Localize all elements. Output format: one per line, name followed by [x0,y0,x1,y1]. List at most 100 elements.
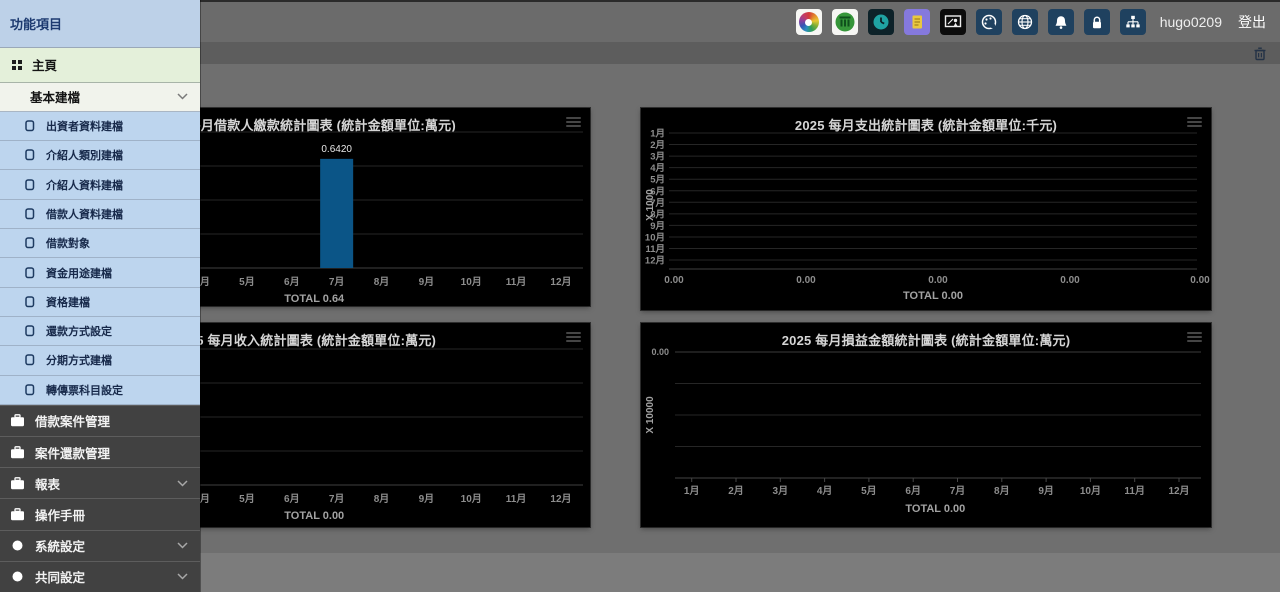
svg-text:0.00: 0.00 [1060,275,1080,286]
svg-text:12月: 12月 [550,493,571,505]
logout-button[interactable]: 登出 [1238,12,1266,32]
sidebar-item-basic-6[interactable]: 資格建檔 [0,288,200,317]
circle-icon [10,570,25,583]
sidebar-item-label: 案件還款管理 [35,443,110,462]
svg-text:2月: 2月 [650,140,665,151]
sidebar-item-label: 借款人資料建檔 [46,206,123,222]
svg-text:8月: 8月 [374,493,390,505]
svg-text:6月: 6月 [284,493,300,505]
sidebar-item-basic-8[interactable]: 分期方式建檔 [0,346,200,375]
svg-text:12月: 12月 [550,276,571,288]
svg-text:5月: 5月 [239,276,255,288]
svg-text:9月: 9月 [419,276,435,288]
sidebar-item-basic-0[interactable]: 出資者資料建檔 [0,112,200,141]
svg-text:2月: 2月 [728,485,744,497]
bank-glyph [834,11,856,33]
doc-box-icon [25,384,35,396]
svg-text:11月: 11月 [506,276,527,288]
svg-text:X 1000: X 1000 [645,189,656,221]
sidebar-item-basic-1[interactable]: 介紹人類別建檔 [0,141,200,170]
svg-text:10月: 10月 [461,493,482,505]
sidebar-item-basic-5[interactable]: 資金用途建檔 [0,258,200,287]
sidebar-item-basic-7[interactable]: 還款方式設定 [0,317,200,346]
doc-box-icon [25,237,35,249]
chevron-down-icon [177,542,188,549]
chevron-down-icon [177,480,188,487]
doc-box-icon [25,325,35,337]
doc-box-icon [25,179,35,191]
svg-text:10月: 10月 [461,276,482,288]
sidebar-item-label: 介紹人類別建檔 [46,147,123,163]
sidebar: 功能項目 主頁 基本建檔 出資者資料建檔介紹人類別建檔介紹人資料建檔借款人資料建… [0,0,200,592]
svg-text:12月: 12月 [645,256,665,267]
globe-glyph [1015,12,1035,32]
palette-icon[interactable] [976,9,1002,35]
svg-text:6月: 6月 [905,485,921,497]
sidebar-item-basic-9[interactable]: 轉傳票科目設定 [0,376,200,405]
chevron-down-icon [177,573,188,580]
lock-icon[interactable] [1084,9,1110,35]
green-bank-icon[interactable] [832,9,858,35]
svg-text:7月: 7月 [329,493,345,505]
clock-icon[interactable] [868,9,894,35]
sidebar-item-label: 借款案件管理 [35,411,110,430]
chevron-down-icon [177,93,188,100]
sidebar-item-3[interactable]: 操作手冊 [0,498,200,529]
globe-icon[interactable] [1012,9,1038,35]
scroll-icon[interactable] [904,9,930,35]
presentation-icon[interactable] [940,9,966,35]
svg-text:9月: 9月 [1038,485,1054,497]
briefcase-icon [10,508,25,521]
svg-text:7月: 7月 [329,276,345,288]
palette-glyph [979,12,999,32]
sidebar-item-label: 介紹人資料建檔 [46,177,123,193]
sidebar-dark-items: 借款案件管理案件還款管理報表操作手冊系統設定共同設定 [0,405,200,592]
svg-text:3月: 3月 [773,485,789,497]
logo-wheel [799,12,819,32]
briefcase-icon [10,477,25,490]
svg-text:TOTAL 0.00: TOTAL 0.00 [903,290,963,302]
sidebar-item-5[interactable]: 共同設定 [0,561,200,592]
svg-text:0.00: 0.00 [664,275,684,286]
svg-text:11月: 11月 [506,493,527,505]
sidebar-item-label: 主頁 [32,55,57,74]
svg-text:1月: 1月 [684,485,700,497]
doc-box-icon [25,267,35,279]
bell-glyph [1051,12,1071,32]
briefcase-icon [10,414,25,427]
svg-text:TOTAL 0.00: TOTAL 0.00 [905,503,965,515]
doc-box-icon [25,354,35,366]
sidebar-item-label: 轉傳票科目設定 [46,382,123,398]
doc-box-icon [25,208,35,220]
svg-text:11月: 11月 [1124,485,1145,497]
sidebar-item-basic-2[interactable]: 介紹人資料建檔 [0,170,200,199]
clock-glyph [871,12,891,32]
svg-text:9月: 9月 [419,493,435,505]
bell-icon[interactable] [1048,9,1074,35]
sidebar-group-basic[interactable]: 基本建檔 [0,83,200,112]
doc-box-icon [25,149,35,161]
sidebar-item-1[interactable]: 案件還款管理 [0,436,200,467]
sidebar-item-4[interactable]: 系統設定 [0,530,200,561]
sidebar-item-2[interactable]: 報表 [0,467,200,498]
doc-box-icon [25,296,35,308]
sitemap-icon[interactable] [1120,9,1146,35]
sidebar-item-label: 資格建檔 [46,294,90,310]
trash-glyph [1253,46,1267,61]
svg-text:5月: 5月 [861,485,877,497]
circle-icon [10,539,25,552]
colorful-logo-icon[interactable] [796,9,822,35]
svg-text:5月: 5月 [239,493,255,505]
username[interactable]: hugo0209 [1160,14,1222,30]
svg-text:0.00: 0.00 [1190,275,1210,286]
sidebar-item-basic-4[interactable]: 借款對象 [0,229,200,258]
trash-icon[interactable] [1252,45,1268,61]
sidebar-item-label: 還款方式設定 [46,323,112,339]
svg-text:X 10000: X 10000 [645,396,656,434]
sidebar-item-label: 系統設定 [35,536,85,555]
sidebar-item-basic-3[interactable]: 借款人資料建檔 [0,200,200,229]
chart-panel-profit: 2025 每月損益金額統計圖表 (統計金額單位:萬元) 0.001月2月3月4月… [641,323,1211,527]
sidebar-item-0[interactable]: 借款案件管理 [0,405,200,436]
sidebar-item-home[interactable]: 主頁 [0,48,200,83]
sidebar-item-label: 資金用途建檔 [46,265,112,281]
